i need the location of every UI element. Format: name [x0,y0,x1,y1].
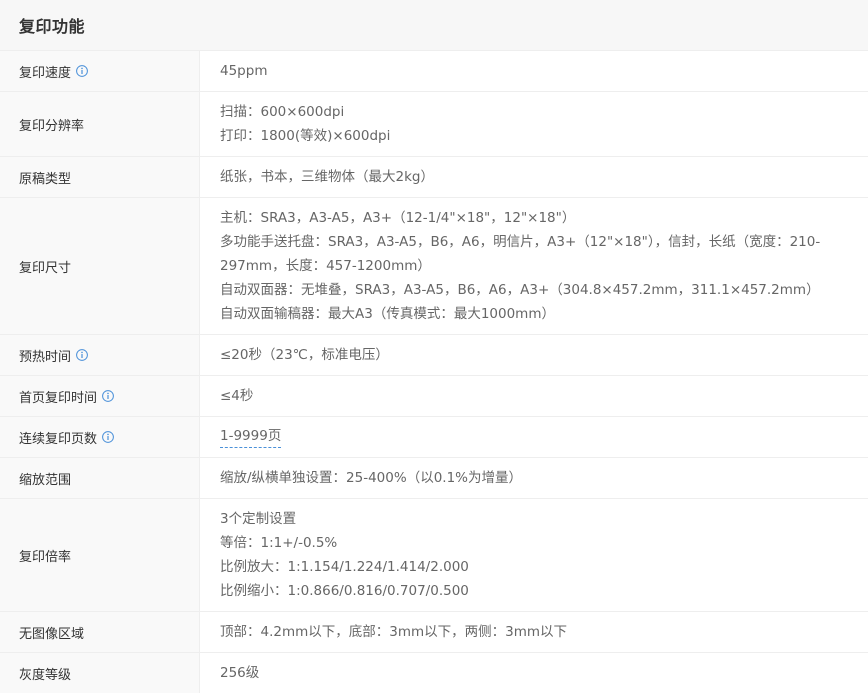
spec-value-line: 缩放/纵横单独设置：25-400%（以0.1%为增量） [220,470,522,486]
spec-row-copy-speed: 复印速度 45ppm [0,51,868,92]
spec-value-line: 自动双面输稿器：最大A3（传真模式：最大1000mm） [220,306,555,322]
spec-value-line: ≤4秒 [220,388,254,404]
spec-value: ≤20秒（23℃，标准电压） [200,335,868,375]
spec-row-zoom-range: 缩放范围 缩放/纵横单独设置：25-400%（以0.1%为增量） [0,458,868,499]
spec-label-text: 复印倍率 [19,549,72,565]
spec-row-copy-resolution: 复印分辨率 扫描：600×600dpi 打印：1800(等效)×600dpi [0,92,868,157]
spec-value-line: 等倍：1:1+/-0.5% [220,535,338,551]
spec-value-line: 自动双面器：无堆叠，SRA3，A3-A5，B6，A6，A3+（304.8×457… [220,282,820,298]
section-header: 复印功能 [0,0,868,51]
spec-value: 顶部：4.2mm以下，底部：3mm以下，两侧：3mm以下 [200,612,868,652]
spec-value-line: 多功能手送托盘：SRA3，A3-A5，B6，A6，明信片，A3+（12"×18"… [220,234,821,274]
info-icon[interactable] [102,431,114,443]
section-title: 复印功能 [19,17,86,36]
spec-label: 缩放范围 [0,458,200,498]
spec-row-first-copy-time: 首页复印时间 ≤4秒 [0,376,868,417]
spec-value: 主机：SRA3，A3-A5，A3+（12-1/4"×18"，12"×18"） 多… [200,198,868,334]
spec-value-line: 扫描：600×600dpi [220,104,345,120]
spec-value: 3个定制设置 等倍：1:1+/-0.5% 比例放大：1:1.154/1.224/… [200,499,868,611]
spec-value: 纸张，书本，三维物体（最大2kg） [200,157,868,197]
spec-label: 复印速度 [0,51,200,91]
spec-label: 连续复印页数 [0,417,200,457]
spec-value-link[interactable]: 1-9999页 [220,426,282,448]
spec-row-warmup-time: 预热时间 ≤20秒（23℃，标准电压） [0,335,868,376]
spec-value: 45ppm [200,51,868,91]
spec-label-text: 连续复印页数 [19,431,98,447]
spec-row-grayscale-levels: 灰度等级 256级 [0,653,868,693]
spec-value: 缩放/纵横单独设置：25-400%（以0.1%为增量） [200,458,868,498]
spec-label-text: 复印速度 [19,65,72,81]
spec-value: 扫描：600×600dpi 打印：1800(等效)×600dpi [200,92,868,156]
spec-label: 复印分辨率 [0,92,200,156]
spec-row-non-image-area: 无图像区域 顶部：4.2mm以下，底部：3mm以下，两侧：3mm以下 [0,612,868,653]
spec-label-text: 复印分辨率 [19,118,85,134]
spec-value: 1-9999页 [200,417,868,457]
info-icon[interactable] [102,390,114,402]
info-icon[interactable] [76,349,88,361]
spec-value-line: 主机：SRA3，A3-A5，A3+（12-1/4"×18"，12"×18"） [220,210,576,226]
spec-row-copy-size: 复印尺寸 主机：SRA3，A3-A5，A3+（12-1/4"×18"，12"×1… [0,198,868,335]
spec-value-line: 3个定制设置 [220,511,297,527]
spec-value: ≤4秒 [200,376,868,416]
spec-label: 复印尺寸 [0,198,200,334]
spec-label-text: 原稿类型 [19,171,72,187]
spec-row-continuous-copy-pages: 连续复印页数 1-9999页 [0,417,868,458]
spec-value-line: 比例缩小：1:0.866/0.816/0.707/0.500 [220,583,469,599]
spec-value-line: 打印：1800(等效)×600dpi [220,128,391,144]
spec-label: 无图像区域 [0,612,200,652]
spec-label-text: 首页复印时间 [19,390,98,406]
spec-value-line: 顶部：4.2mm以下，底部：3mm以下，两侧：3mm以下 [220,624,568,640]
spec-value-line: 比例放大：1:1.154/1.224/1.414/2.000 [220,559,469,575]
spec-label: 原稿类型 [0,157,200,197]
spec-value-line: ≤20秒（23℃，标准电压） [220,347,389,363]
copy-function-spec-panel: 复印功能 复印速度 45ppm 复印分辨率 扫描：600×600dpi 打印：1… [0,0,868,693]
spec-value-line: 纸张，书本，三维物体（最大2kg） [220,169,434,185]
spec-label-text: 灰度等级 [19,667,72,683]
spec-row-original-type: 原稿类型 纸张，书本，三维物体（最大2kg） [0,157,868,198]
spec-value-line: 45ppm [220,63,268,79]
spec-value: 256级 [200,653,868,693]
info-icon[interactable] [76,65,88,77]
spec-value-line: 256级 [220,665,260,681]
spec-label: 灰度等级 [0,653,200,693]
spec-row-copy-ratio: 复印倍率 3个定制设置 等倍：1:1+/-0.5% 比例放大：1:1.154/1… [0,499,868,612]
spec-label: 预热时间 [0,335,200,375]
spec-label-text: 预热时间 [19,349,72,365]
spec-label: 复印倍率 [0,499,200,611]
spec-label-text: 缩放范围 [19,472,72,488]
spec-label-text: 无图像区域 [19,626,85,642]
spec-label: 首页复印时间 [0,376,200,416]
spec-label-text: 复印尺寸 [19,260,72,276]
